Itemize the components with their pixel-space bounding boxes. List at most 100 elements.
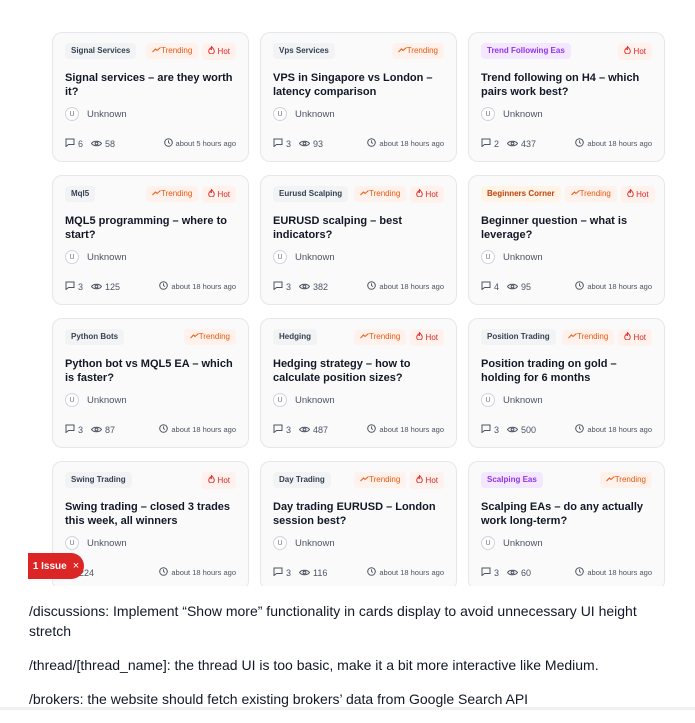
flame-icon (416, 473, 424, 485)
card-title[interactable]: Hedging strategy – how to calculate posi… (273, 357, 444, 385)
card-timestamp: about 18 hours ago (367, 138, 444, 149)
card-title[interactable]: Signal services – are they worth it? (65, 71, 236, 99)
replies-count: 3 (273, 281, 291, 292)
discussion-card[interactable]: Position Trading Trending Hot Position tra… (468, 318, 665, 448)
hot-label: Hot (425, 332, 438, 342)
eye-icon (506, 282, 521, 292)
card-author: U Unknown (481, 536, 652, 550)
card-author: U Unknown (481, 250, 652, 264)
author-name: Unknown (87, 108, 127, 120)
trending-icon (189, 332, 199, 341)
trending-icon (568, 332, 577, 341)
card-title[interactable]: Trend following on H4 – which pairs work… (481, 71, 652, 99)
discussion-cards-grid: Signal Services Trending Hot Signal servic… (52, 32, 666, 591)
issue-badge[interactable]: 1 Issue × (28, 553, 84, 579)
category-tag[interactable]: Position Trading (481, 329, 556, 345)
card-author: U Unknown (273, 250, 444, 264)
eye-icon (90, 282, 105, 292)
card-footer: 6 58 about 5 hours ago (65, 138, 236, 149)
category-tag[interactable]: Vps Services (273, 43, 335, 59)
card-title[interactable]: Day trading EURUSD – London session best… (273, 500, 444, 528)
category-tag[interactable]: Swing Trading (65, 472, 132, 488)
trending-icon (360, 475, 369, 484)
trending-badge: Trending (354, 472, 407, 488)
close-icon[interactable]: × (73, 560, 79, 572)
discussion-card[interactable]: Scalping Eas Trending Scalping EAs – do an… (468, 461, 665, 591)
hot-badge: Hot (618, 42, 652, 60)
discussion-card[interactable]: Eurusd Scalping Trending Hot EURUSD scalpi… (260, 175, 457, 305)
card-title[interactable]: Position trading on gold – holding for 6… (481, 357, 652, 385)
comment-icon (481, 281, 494, 292)
flame-icon (627, 187, 634, 199)
author-name: Unknown (295, 108, 335, 120)
discussion-card[interactable]: Beginners Corner Trending Hot Beginner que… (468, 175, 665, 305)
comment-icon (481, 567, 494, 578)
replies-count: 3 (273, 567, 291, 578)
discussion-card[interactable]: Hedging Trending Hot Hedging strategy – ho… (260, 318, 457, 448)
card-footer: 3 60 about 18 hours ago (481, 567, 652, 578)
card-tags: Eurusd Scalping Trending Hot (273, 185, 444, 203)
discussion-card[interactable]: Day Trading Trending Hot Day trading EURUS… (260, 461, 457, 591)
card-footer: 4 95 about 18 hours ago (481, 281, 652, 292)
clock-icon (575, 138, 587, 149)
card-author: U Unknown (273, 536, 444, 550)
avatar: U (65, 250, 79, 264)
discussion-card[interactable]: Signal Services Trending Hot Signal servic… (52, 32, 249, 162)
hot-badge: Hot (410, 328, 444, 346)
category-tag[interactable]: Mql5 (65, 186, 96, 202)
card-timestamp: about 18 hours ago (159, 567, 236, 578)
eye-icon (298, 425, 313, 435)
trending-label: Trending (406, 46, 438, 55)
card-title[interactable]: Python bot vs MQL5 EA – which is faster? (65, 357, 236, 385)
views-count: 437 (506, 139, 536, 149)
card-tags: Position Trading Trending Hot (481, 328, 652, 346)
card-title[interactable]: EURUSD scalping – best indicators? (273, 214, 444, 242)
card-tags: Vps Services Trending (273, 43, 444, 59)
category-tag[interactable]: Beginners Corner (481, 186, 561, 202)
author-name: Unknown (503, 537, 543, 549)
card-footer: 3 382 about 18 hours ago (273, 281, 444, 292)
clock-icon (159, 281, 171, 292)
hot-label: Hot (217, 189, 230, 199)
comment-icon (65, 424, 78, 435)
clock-icon (367, 424, 379, 435)
replies-count: 3 (273, 138, 291, 149)
card-title[interactable]: Swing trading – closed 3 trades this wee… (65, 500, 236, 528)
discussion-card[interactable]: Trend Following Eas Hot Trend following o… (468, 32, 665, 162)
category-tag[interactable]: Day Trading (273, 472, 331, 488)
category-tag[interactable]: Scalping Eas (481, 472, 543, 488)
replies-count: 4 (481, 281, 499, 292)
note-brokers: /brokers: the website should fetch exist… (29, 691, 529, 707)
card-title[interactable]: VPS in Singapore vs London – latency com… (273, 71, 444, 99)
card-tags: Trend Following Eas Hot (481, 42, 652, 60)
category-tag[interactable]: Python Bots (65, 329, 125, 345)
replies-count: 3 (273, 424, 291, 435)
category-tag[interactable]: Signal Services (65, 43, 137, 59)
card-footer: 3 93 about 18 hours ago (273, 138, 444, 149)
category-tag[interactable]: Hedging (273, 329, 317, 345)
card-timestamp: about 18 hours ago (367, 281, 444, 292)
discussion-card[interactable]: Python Bots Trending Python bot vs MQL5 EA… (52, 318, 249, 448)
discussion-card[interactable]: Vps Services Trending VPS in Singapore vs … (260, 32, 457, 162)
trending-icon (605, 475, 615, 484)
discussion-card[interactable]: Mql5 Trending Hot MQL5 programming – where… (52, 175, 249, 305)
hot-badge: Hot (202, 471, 236, 489)
hot-badge: Hot (410, 471, 444, 489)
comment-icon (273, 138, 286, 149)
card-tags: Beginners Corner Trending Hot (481, 185, 655, 203)
author-name: Unknown (503, 251, 543, 263)
category-tag[interactable]: Eurusd Scalping (273, 186, 349, 202)
views-count: 500 (506, 425, 536, 435)
card-title[interactable]: Beginner question – what is leverage? (481, 214, 652, 242)
flame-icon (208, 187, 216, 199)
comment-icon (65, 138, 78, 149)
card-timestamp: about 18 hours ago (575, 138, 652, 149)
category-tag[interactable]: Trend Following Eas (481, 43, 571, 59)
eye-icon (298, 139, 313, 149)
card-title[interactable]: MQL5 programming – where to start? (65, 214, 236, 242)
views-count: 125 (90, 282, 120, 292)
card-author: U Unknown (273, 393, 444, 407)
card-title[interactable]: Scalping EAs – do any actually work long… (481, 500, 652, 528)
card-tags: Python Bots Trending (65, 329, 236, 345)
views-count: 116 (298, 568, 327, 578)
